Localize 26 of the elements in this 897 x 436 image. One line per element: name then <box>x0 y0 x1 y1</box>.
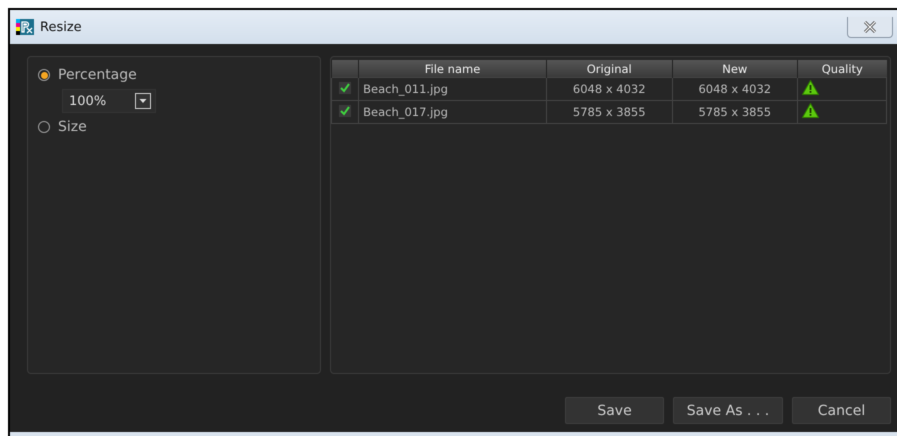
percentage-dropdown[interactable]: 100% <box>62 89 156 113</box>
radio-option[interactable]: Size <box>38 119 320 135</box>
table-cell: 6048 x 4032 <box>546 78 672 100</box>
app-logo-icon <box>16 19 34 35</box>
window-title: Resize <box>40 20 82 34</box>
warning-icon <box>802 80 820 95</box>
cancel-button[interactable]: Cancel <box>792 397 891 424</box>
save-button[interactable]: Save <box>565 397 664 424</box>
table-cell: 5785 x 3855 <box>672 100 798 124</box>
table-cell: Beach_017.jpg <box>358 100 546 124</box>
warning-icon <box>802 103 820 118</box>
table-cell: 6048 x 4032 <box>672 78 798 100</box>
close-icon <box>863 20 877 32</box>
option-label: Size <box>58 119 87 135</box>
checkbox-icon[interactable] <box>339 104 352 116</box>
radio-option[interactable]: Percentage <box>38 67 320 83</box>
checkbox-icon[interactable] <box>339 82 352 94</box>
table-cell: 5785 x 3855 <box>546 100 672 124</box>
column-header[interactable]: New <box>672 60 798 78</box>
column-header[interactable]: Quality <box>798 60 886 78</box>
option-label: Percentage <box>58 67 137 83</box>
table-cell: Beach_011.jpg <box>358 78 546 100</box>
save-as-button[interactable]: Save As . . . <box>673 397 783 424</box>
column-header[interactable]: File name <box>358 60 546 78</box>
close-button[interactable] <box>847 16 893 38</box>
column-header[interactable]: Original <box>546 60 672 78</box>
